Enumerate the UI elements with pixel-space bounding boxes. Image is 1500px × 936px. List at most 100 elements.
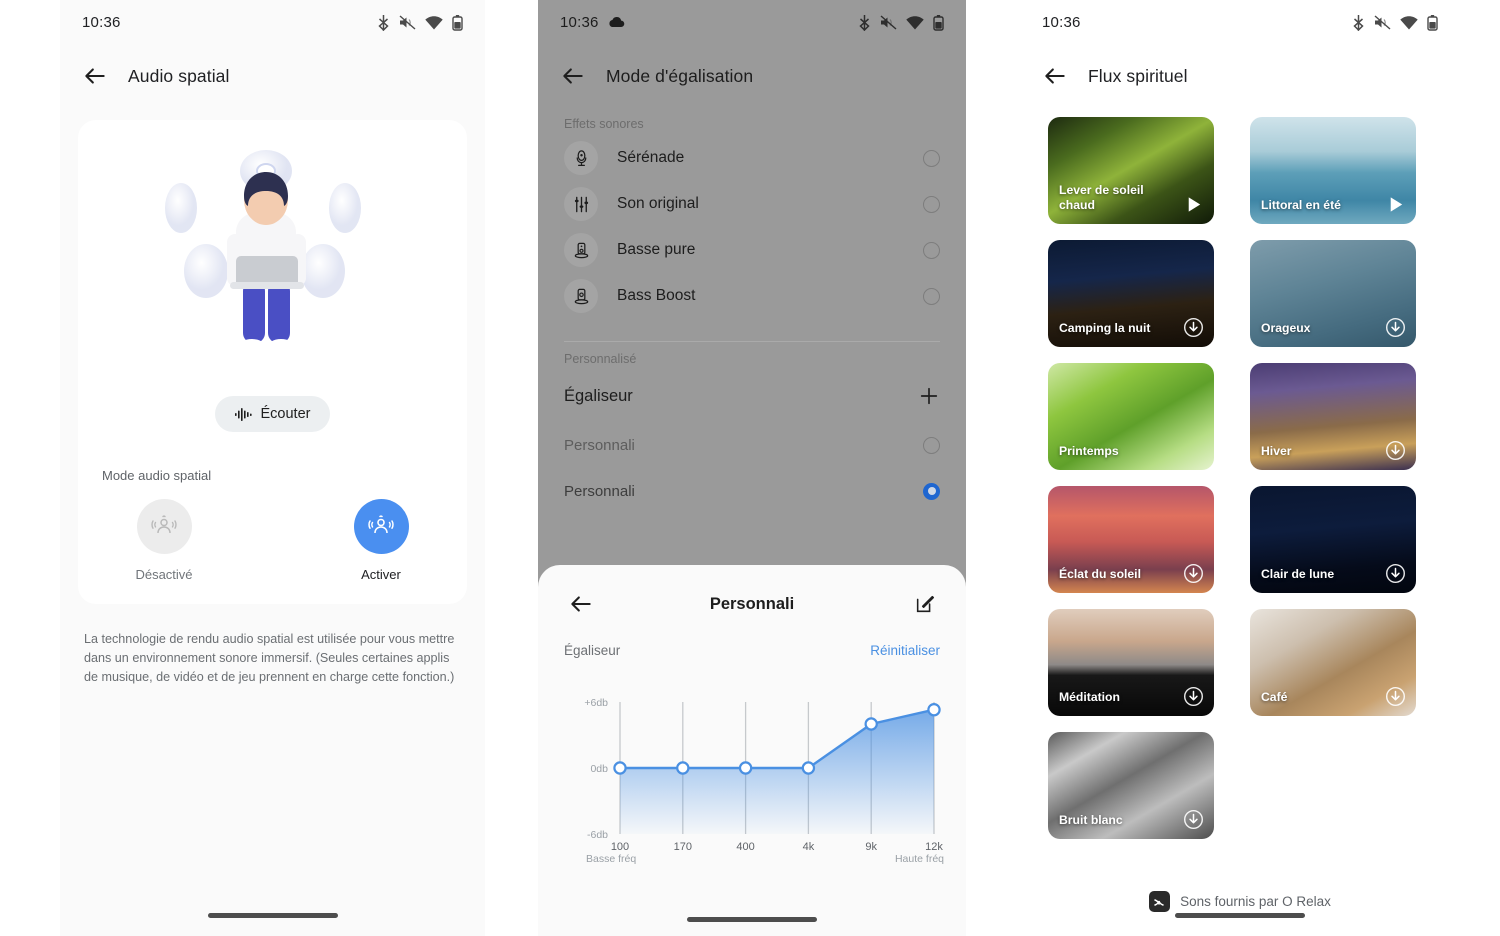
download-icon[interactable] bbox=[1183, 563, 1204, 584]
eq-band-handle[interactable] bbox=[738, 761, 753, 775]
sound-tile[interactable]: Éclat du soleil bbox=[1048, 486, 1214, 593]
app-bar: Flux spirituel bbox=[1020, 45, 1460, 107]
wifi-icon bbox=[906, 15, 924, 29]
sheet-title: Personnali bbox=[709, 594, 795, 613]
plus-icon[interactable] bbox=[918, 385, 940, 407]
speaker-icon bbox=[564, 279, 598, 313]
eq-band-handle[interactable] bbox=[864, 717, 878, 731]
download-icon[interactable] bbox=[1183, 809, 1204, 830]
system-nav-bar bbox=[60, 913, 485, 918]
page-title: Audio spatial bbox=[128, 65, 230, 86]
effect-radio[interactable] bbox=[923, 287, 940, 305]
microphone-icon bbox=[564, 141, 598, 175]
back-arrow-icon[interactable] bbox=[82, 63, 108, 89]
effect-label: Son original bbox=[617, 195, 699, 212]
tile-label: Café bbox=[1261, 690, 1288, 705]
sound-tile[interactable]: Bruit blanc bbox=[1048, 732, 1214, 839]
sound-tile[interactable]: Orageux bbox=[1250, 240, 1416, 347]
back-arrow-icon[interactable] bbox=[1042, 63, 1068, 89]
page-title: Mode d'égalisation bbox=[606, 65, 754, 86]
equalizer-bottom-sheet: Personnali Égaliseur Réinitialiser +6db … bbox=[538, 565, 966, 936]
back-arrow-icon[interactable] bbox=[560, 63, 586, 89]
sheet-app-bar: Personnali bbox=[538, 565, 966, 643]
custom-preset-item-2[interactable]: Personnali bbox=[538, 468, 966, 514]
home-indicator[interactable] bbox=[207, 913, 338, 918]
equalizer-chart[interactable]: +6db 0db -6db 100 170 400 4k 9k 12k Basse fréq … bbox=[556, 682, 948, 867]
custom-preset-item-1[interactable]: Personnali bbox=[538, 422, 966, 468]
status-icons bbox=[1352, 14, 1438, 31]
speaker-icon bbox=[564, 233, 598, 267]
effect-item-original-sound[interactable]: Son original bbox=[538, 181, 966, 227]
person-with-laptop-illustration bbox=[164, 150, 361, 357]
mute-icon bbox=[1374, 15, 1391, 30]
battery-icon bbox=[452, 14, 463, 31]
play-icon[interactable] bbox=[1385, 194, 1406, 215]
effect-label: Basse pure bbox=[617, 241, 696, 258]
bluetooth-icon bbox=[859, 15, 870, 31]
chart-x-tick: 4k bbox=[803, 841, 815, 853]
listen-button[interactable]: Écouter bbox=[214, 396, 331, 432]
edit-icon[interactable] bbox=[914, 593, 936, 615]
spatial-illustration bbox=[94, 134, 451, 392]
sound-tile[interactable]: Lever de soleil chaud bbox=[1048, 117, 1214, 224]
home-indicator[interactable] bbox=[1175, 913, 1305, 918]
effect-item-pure-bass[interactable]: Basse pure bbox=[538, 227, 966, 273]
effect-radio[interactable] bbox=[923, 195, 940, 213]
chart-x-tick: 9k bbox=[865, 841, 877, 853]
custom-section-label: Personnalisé bbox=[564, 352, 637, 366]
tile-label: Méditation bbox=[1059, 690, 1120, 705]
tile-label: Hiver bbox=[1261, 444, 1292, 459]
status-time: 10:36 bbox=[1042, 14, 1081, 31]
provider-text: Sons fournis par O Relax bbox=[1180, 894, 1331, 909]
sound-tile[interactable]: Printemps bbox=[1048, 363, 1214, 470]
tile-label: Printemps bbox=[1059, 444, 1119, 459]
effect-radio[interactable] bbox=[923, 149, 940, 167]
spatial-audio-icon bbox=[368, 514, 394, 533]
provider-footer: Sons fournis par O Relax bbox=[1020, 891, 1460, 912]
custom-preset-radio[interactable] bbox=[923, 436, 940, 454]
equalizer-sub-label: Égaliseur bbox=[564, 643, 621, 658]
download-icon[interactable] bbox=[1385, 440, 1406, 461]
effect-radio[interactable] bbox=[923, 241, 940, 259]
sound-tile[interactable]: Méditation bbox=[1048, 609, 1214, 716]
play-icon[interactable] bbox=[1183, 194, 1204, 215]
sound-tile[interactable]: Camping la nuit bbox=[1048, 240, 1214, 347]
download-icon[interactable] bbox=[1385, 563, 1406, 584]
download-icon[interactable] bbox=[1183, 317, 1204, 338]
download-icon[interactable] bbox=[1385, 686, 1406, 707]
download-icon[interactable] bbox=[1183, 686, 1204, 707]
spatial-audio-card: Écouter Mode audio spatial Désactivé Act… bbox=[78, 120, 467, 604]
sound-tile[interactable]: Café bbox=[1250, 609, 1416, 716]
bluetooth-icon bbox=[1353, 15, 1364, 31]
eq-band-handle[interactable] bbox=[676, 761, 690, 775]
panel-equalization-mode: 10:36 Mode d'égalisation Effets sonores … bbox=[538, 0, 966, 936]
download-icon[interactable] bbox=[1385, 317, 1406, 338]
status-bar: 10:36 bbox=[60, 0, 485, 45]
battery-icon bbox=[933, 14, 944, 31]
sound-tile[interactable]: Hiver bbox=[1250, 363, 1416, 470]
mode-option-enabled[interactable]: Activer bbox=[325, 499, 437, 582]
tile-label: Clair de lune bbox=[1261, 567, 1335, 582]
mode-option-disabled[interactable]: Désactivé bbox=[108, 499, 220, 582]
cloud-icon bbox=[608, 16, 625, 30]
home-indicator[interactable] bbox=[687, 917, 817, 922]
eq-band-handle[interactable] bbox=[613, 761, 627, 775]
chart-y-tick: -6db bbox=[587, 829, 608, 841]
equalizer-title: Égaliseur bbox=[564, 386, 633, 405]
equalizer-curve[interactable]: +6db0db-6db 100 170 400 4k 9k 12k Basse fréq … bbox=[556, 682, 948, 867]
mute-icon bbox=[880, 15, 897, 30]
eq-band-handle[interactable] bbox=[801, 761, 816, 775]
chart-y-tick: +6db bbox=[584, 697, 608, 709]
reset-button[interactable]: Réinitialiser bbox=[870, 643, 940, 658]
chart-x-tick: 100 bbox=[611, 841, 629, 853]
custom-preset-radio-selected[interactable] bbox=[923, 482, 940, 500]
status-bar: 10:36 bbox=[1020, 0, 1460, 45]
back-arrow-icon[interactable] bbox=[568, 591, 594, 617]
eq-band-handle[interactable] bbox=[927, 703, 941, 717]
mute-icon bbox=[399, 15, 416, 30]
bluetooth-icon bbox=[378, 15, 389, 31]
sound-tile[interactable]: Littoral en été bbox=[1250, 117, 1416, 224]
sound-tile[interactable]: Clair de lune bbox=[1250, 486, 1416, 593]
effect-item-bass-boost[interactable]: Bass Boost bbox=[538, 273, 966, 319]
effect-item-serenade[interactable]: Sérénade bbox=[538, 135, 966, 181]
